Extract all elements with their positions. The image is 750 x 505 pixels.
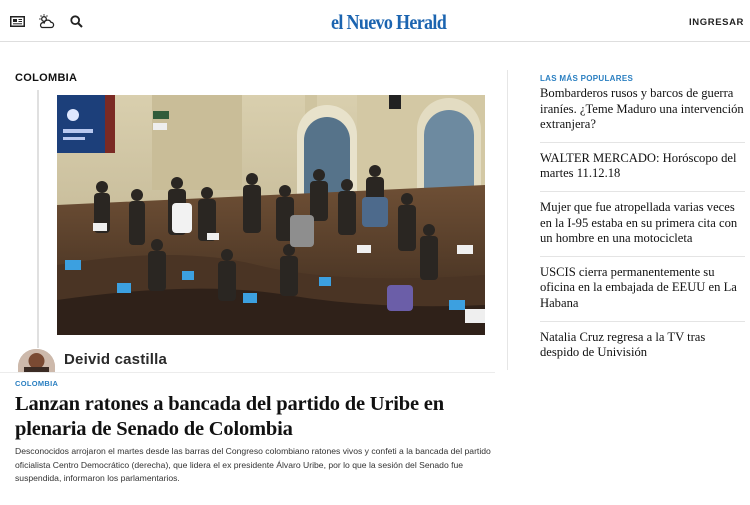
top-navigation-bar: el Nuevo Herald INGRESAR <box>0 0 750 42</box>
popular-list: Bombarderos rusos y barcos de guerra ira… <box>540 86 745 378</box>
site-logo[interactable]: el Nuevo Herald <box>331 9 447 35</box>
popular-item[interactable]: Natalia Cruz regresa a la TV tras despid… <box>540 330 745 370</box>
author-divider <box>0 372 495 373</box>
sidebar-divider <box>507 70 508 370</box>
login-button[interactable]: INGRESAR <box>689 17 744 28</box>
author-avatar[interactable] <box>18 349 55 373</box>
article-kicker[interactable]: COLOMBIA <box>15 379 58 388</box>
section-label[interactable]: COLOMBIA <box>15 72 77 84</box>
newspaper-icon[interactable] <box>8 13 26 29</box>
article-hero-image[interactable] <box>57 95 485 335</box>
author-name[interactable]: Deivid castilla <box>64 351 167 368</box>
popular-item[interactable]: WALTER MERCADO: Horóscopo del martes 11.… <box>540 151 745 192</box>
story-divider <box>37 90 39 348</box>
popular-section-title: LAS MÁS POPULARES <box>540 74 634 83</box>
popular-item[interactable]: Mujer que fue atropellada varias veces e… <box>540 200 745 257</box>
search-icon[interactable] <box>67 13 85 29</box>
article-summary: Desconocidos arrojaron el martes desde l… <box>15 446 491 483</box>
article-headline[interactable]: Lanzan ratones a bancada del partido de … <box>15 392 505 442</box>
weather-icon[interactable] <box>37 13 55 29</box>
popular-item[interactable]: USCIS cierra permanentemente su oficina … <box>540 265 745 322</box>
popular-item[interactable]: Bombarderos rusos y barcos de guerra ira… <box>540 86 745 143</box>
